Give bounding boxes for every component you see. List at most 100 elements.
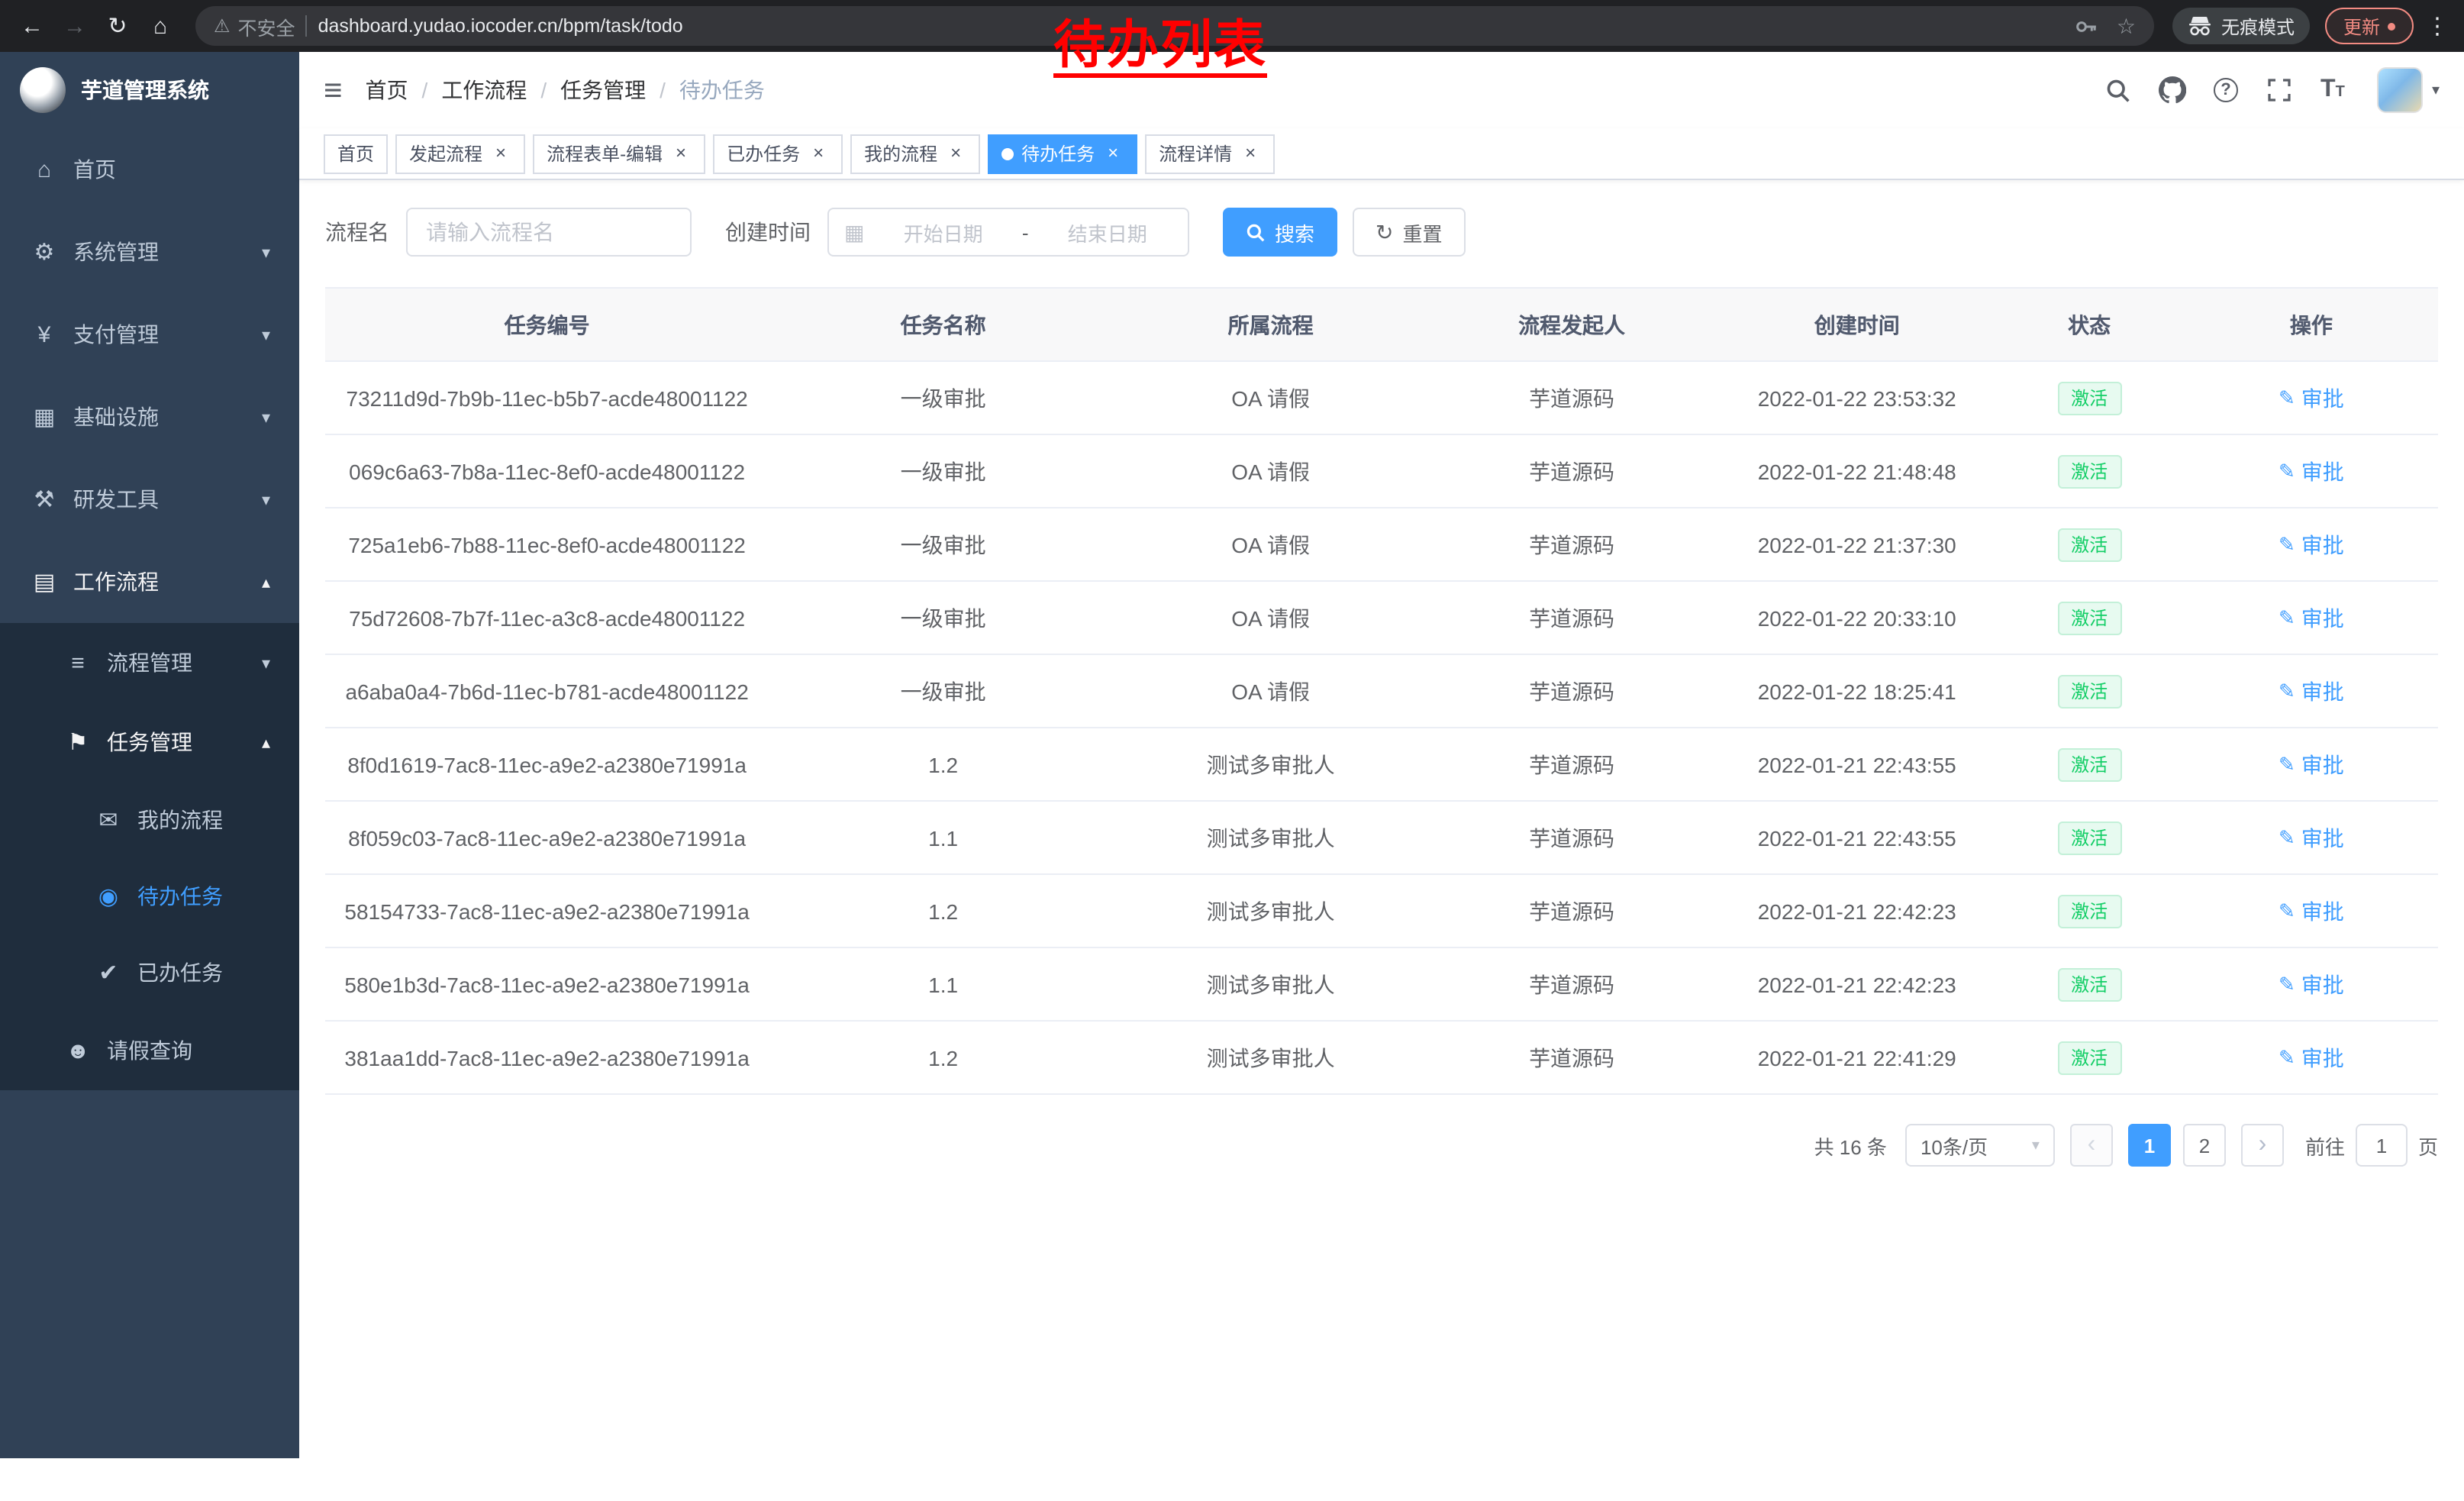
task-flag-icon: ⚑ — [64, 728, 92, 756]
sidebar-item-my-process[interactable]: ✉我的流程 — [0, 782, 299, 858]
prev-page-button[interactable]: ‹ — [2070, 1124, 2113, 1167]
tab-item[interactable]: 流程表单-编辑 × — [533, 134, 705, 173]
sidebar-item-eye[interactable]: ◉待办任务 — [0, 858, 299, 934]
sidebar-item-workflow[interactable]: ▤工作流程▴ — [0, 541, 299, 623]
reload-icon[interactable]: ↻ — [98, 6, 137, 46]
font-size-icon[interactable]: TT — [2317, 75, 2348, 105]
cell-process: 测试多审批人 — [1118, 1021, 1424, 1094]
help-icon[interactable]: ? — [2211, 75, 2241, 105]
forward-icon[interactable]: → — [55, 6, 95, 46]
key-icon[interactable] — [2075, 15, 2098, 37]
tab-item[interactable]: 流程详情 × — [1145, 134, 1275, 173]
approve-link[interactable]: ✎审批 — [2279, 969, 2344, 999]
close-icon[interactable]: × — [490, 143, 511, 164]
edit-icon: ✎ — [2279, 459, 2295, 483]
sidebar-item-done-check[interactable]: ✔已办任务 — [0, 934, 299, 1011]
chevron-down-icon: ▾ — [262, 489, 270, 509]
approve-link[interactable]: ✎审批 — [2279, 1042, 2344, 1073]
tab-item[interactable]: 待办任务× — [988, 134, 1137, 173]
tab-item[interactable]: 已办任务× — [713, 134, 843, 173]
back-icon[interactable]: ← — [12, 6, 52, 46]
cell-created-time: 2022-01-21 22:42:23 — [1720, 874, 1995, 947]
tab-item[interactable]: 发起流程× — [395, 134, 525, 173]
close-icon[interactable]: × — [808, 143, 829, 164]
sidebar-item-gear[interactable]: ⚙系统管理▾ — [0, 211, 299, 293]
table-row: 069c6a63-7b8a-11ec-8ef0-acde48001122一级审批… — [325, 434, 2438, 508]
goto-page-input[interactable] — [2356, 1124, 2408, 1167]
start-date-placeholder: 开始日期 — [878, 218, 1008, 247]
breadcrumb-item[interactable]: 任务管理 — [560, 75, 646, 105]
create-time-label: 创建时间 — [725, 217, 811, 247]
reset-button[interactable]: ↻ 重置 — [1353, 208, 1466, 257]
sidebar-item-user[interactable]: ☻请假查询 — [0, 1011, 299, 1090]
approve-label: 审批 — [2301, 1042, 2344, 1073]
tab-label: 流程表单-编辑 — [547, 140, 663, 166]
bookmark-star-icon[interactable]: ☆ — [2117, 13, 2136, 39]
column-header: 状态 — [1995, 288, 2185, 361]
close-icon[interactable]: × — [670, 143, 692, 164]
column-header: 操作 — [2185, 288, 2438, 361]
cell-initiator: 芋道源码 — [1424, 1021, 1720, 1094]
breadcrumb-item[interactable]: 工作流程 — [441, 75, 527, 105]
breadcrumb-item[interactable]: 首页 — [366, 75, 408, 105]
browser-menu-icon[interactable]: ⋮ — [2426, 12, 2449, 40]
cell-task-id: 381aa1dd-7ac8-11ec-a9e2-a2380e71991a — [325, 1021, 769, 1094]
chevron-up-icon: ▴ — [262, 732, 270, 752]
search-icon[interactable] — [2104, 75, 2134, 105]
close-icon[interactable]: × — [1240, 143, 1261, 164]
cell-action: ✎审批 — [2185, 581, 2438, 654]
date-range-picker[interactable]: ▦ 开始日期 - 结束日期 — [827, 208, 1189, 257]
sidebar-item-yen[interactable]: ¥支付管理▾ — [0, 293, 299, 376]
tab-label: 流程详情 — [1159, 140, 1232, 166]
page-size-select[interactable]: 10条/页 ▾ — [1905, 1124, 2055, 1167]
cell-created-time: 2022-01-22 21:48:48 — [1720, 434, 1995, 508]
search-button[interactable]: 搜索 — [1223, 208, 1337, 257]
page-list: 12 — [2128, 1124, 2226, 1167]
search-button-label: 搜索 — [1275, 218, 1314, 247]
page-button[interactable]: 2 — [2183, 1124, 2226, 1167]
cell-initiator: 芋道源码 — [1424, 434, 1720, 508]
app-logo — [20, 67, 66, 113]
page-size-value: 10条/页 — [1921, 1131, 1988, 1160]
goto-page: 前往 页 — [2305, 1124, 2438, 1167]
approve-link[interactable]: ✎审批 — [2279, 383, 2344, 413]
cell-task-name: 1.2 — [769, 728, 1118, 801]
user-menu[interactable]: ▾ — [2377, 67, 2440, 113]
status-badge: 激活 — [2057, 894, 2121, 928]
cell-process: 测试多审批人 — [1118, 947, 1424, 1021]
approve-link[interactable]: ✎审批 — [2279, 676, 2344, 706]
chevron-down-icon: ▾ — [262, 324, 270, 344]
hamburger-icon[interactable]: ≡ — [324, 74, 343, 106]
cell-created-time: 2022-01-22 23:53:32 — [1720, 361, 1995, 434]
approve-link[interactable]: ✎审批 — [2279, 749, 2344, 780]
breadcrumb-separator: / — [660, 78, 666, 102]
fullscreen-icon[interactable] — [2264, 75, 2295, 105]
sidebar-item-process-list[interactable]: ≡流程管理▾ — [0, 623, 299, 702]
page-button[interactable]: 1 — [2128, 1124, 2171, 1167]
approve-link[interactable]: ✎审批 — [2279, 822, 2344, 853]
close-icon[interactable]: × — [1102, 143, 1124, 164]
cell-initiator: 芋道源码 — [1424, 947, 1720, 1021]
sidebar-item-task-flag[interactable]: ⚑任务管理▴ — [0, 702, 299, 782]
tab-item[interactable]: 我的流程× — [850, 134, 980, 173]
security-status[interactable]: ⚠ 不安全 — [214, 11, 295, 40]
github-icon[interactable] — [2157, 75, 2188, 105]
sidebar-item-infrastructure[interactable]: ▦基础设施▾ — [0, 376, 299, 458]
approve-link[interactable]: ✎审批 — [2279, 456, 2344, 486]
sidebar-item-home[interactable]: ⌂首页 — [0, 128, 299, 211]
cell-initiator: 芋道源码 — [1424, 654, 1720, 728]
home-icon[interactable]: ⌂ — [140, 6, 180, 46]
tab-item[interactable]: 首页 — [324, 134, 388, 173]
process-name-label: 流程名 — [325, 217, 389, 247]
update-button[interactable]: 更新 — [2325, 8, 2414, 44]
process-name-input[interactable] — [406, 208, 692, 257]
approve-link[interactable]: ✎审批 — [2279, 896, 2344, 926]
sidebar-item-dev-tools[interactable]: ⚒研发工具▾ — [0, 458, 299, 541]
close-icon[interactable]: × — [945, 143, 966, 164]
breadcrumb: 首页/工作流程/任务管理/待办任务 — [366, 75, 765, 105]
chevron-down-icon: ▾ — [2432, 82, 2440, 98]
approve-link[interactable]: ✎审批 — [2279, 602, 2344, 633]
logo-row[interactable]: 芋道管理系统 — [0, 52, 299, 128]
approve-link[interactable]: ✎审批 — [2279, 529, 2344, 560]
next-page-button[interactable]: › — [2241, 1124, 2284, 1167]
